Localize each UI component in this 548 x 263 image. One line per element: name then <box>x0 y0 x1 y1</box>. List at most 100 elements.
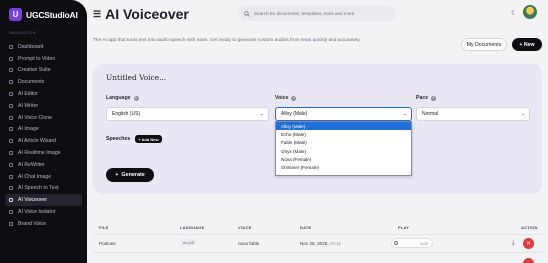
voice-option[interactable]: Alloy (Male) <box>276 122 411 131</box>
time-value: 00:11 <box>329 241 342 246</box>
col-date: DATE <box>300 225 312 230</box>
pace-select[interactable]: Normal ⌄ <box>416 107 530 121</box>
pace-label-text: Pace <box>416 95 429 101</box>
sidebar-item-ai-article-wizard[interactable]: AI Article Wizard <box>0 135 87 147</box>
date-cell: Nov 28, 2025, 00:11 <box>300 241 341 246</box>
sidebar-item-ai-writer[interactable]: AI Writer <box>0 100 87 112</box>
nav-icon <box>9 162 13 167</box>
table-row[interactable] <box>93 252 542 263</box>
dark-mode-icon[interactable]: ☾ <box>511 9 517 17</box>
voice-option[interactable]: Nova (Female) <box>276 155 411 163</box>
play-icon[interactable] <box>394 241 398 245</box>
audio-player[interactable]: 0:00 <box>391 238 433 248</box>
sidebar-item-ai-chat-image[interactable]: AI Chat Image <box>0 171 87 183</box>
nav-icon <box>9 210 13 215</box>
nav-icon <box>9 44 13 49</box>
sidebar-item-ai-voice-clone[interactable]: AI Voice Clone <box>0 112 87 124</box>
voice-select[interactable]: Alloy (Male) ⌄ <box>275 107 412 121</box>
search-input[interactable] <box>254 11 394 16</box>
nav-icon <box>9 68 13 73</box>
sidebar-item-label: AI Writer <box>18 102 39 109</box>
brand-logo[interactable]: U UGCStudioAI <box>0 0 87 21</box>
add-new-button[interactable]: + Add New <box>135 135 162 143</box>
voice-option[interactable]: Shimmer (Female) <box>276 163 411 171</box>
delete-button[interactable] <box>523 258 534 263</box>
voice-option[interactable]: Fable (Male) <box>276 139 411 147</box>
chevron-down-icon: ⌄ <box>259 111 264 117</box>
sidebar-item-ai-editor[interactable]: AI Editor <box>0 88 87 100</box>
sidebar-item-label: AI Article Wizard <box>18 138 57 145</box>
voice-title[interactable]: Untitled Voice... <box>106 73 166 82</box>
file-name[interactable]: Podcast <box>99 241 116 246</box>
language-label-text: Language <box>106 95 131 101</box>
delete-button[interactable]: ✕ <box>523 238 534 249</box>
new-button[interactable]: + New <box>512 38 542 51</box>
col-language: LANGUAGE <box>180 225 205 230</box>
speeches-label: Speeches <box>106 136 131 142</box>
language-badge: en-US <box>180 239 198 246</box>
table-row[interactable]: Podcast en-US nova fable Nov 28, 2025, 0… <box>93 234 542 252</box>
page-description: The AI app that turns text into audio sp… <box>93 38 361 43</box>
sidebar-item-dashboard[interactable]: Dashboard <box>0 41 87 53</box>
sidebar-item-ai-image[interactable]: AI Image <box>0 124 87 136</box>
my-documents-button[interactable]: My Documents <box>461 38 507 51</box>
sidebar-item-ai-voice-isolator[interactable]: AI Voice Isolator <box>0 206 87 218</box>
sidebar-item-label: AI Voiceover <box>18 197 48 204</box>
info-icon[interactable]: i <box>291 95 297 101</box>
menu-icon[interactable]: ☰ <box>93 9 101 20</box>
nav-icon <box>9 127 13 132</box>
close-icon: ✕ <box>525 241 532 247</box>
sidebar-item-ai-voiceover[interactable]: AI Voiceover <box>5 194 82 207</box>
language-select[interactable]: English (US) ⌄ <box>106 107 269 121</box>
download-icon[interactable]: ⤓ <box>512 240 515 247</box>
sidebar-item-ai-rewriter[interactable]: AI ReWriter <box>0 159 87 171</box>
chevron-down-icon: ⌄ <box>402 111 407 117</box>
sidebar-item-ai-realtime-image[interactable]: AI Realtime Image <box>0 147 87 159</box>
sidebar: U UGCStudioAI NAVIGATION Dashboard Prompt… <box>0 0 87 263</box>
table-header: FILE LANGUAGE VOICE DATE PLAY ACTION <box>93 222 542 234</box>
sidebar-item-brand-voice[interactable]: Brand Voice <box>0 218 87 230</box>
generate-button[interactable]: + Generate <box>106 168 154 182</box>
sidebar-item-label: AI ReWriter <box>18 161 45 168</box>
pace-label: Pace i <box>416 95 437 101</box>
nav-icon <box>9 80 13 85</box>
nav-icon <box>9 174 13 179</box>
col-play: PLAY <box>398 225 410 230</box>
search-icon <box>244 10 250 17</box>
sidebar-item-prompt-to-video[interactable]: Prompt to Video <box>0 53 87 65</box>
info-icon[interactable]: i <box>431 95 437 101</box>
sidebar-item-documents[interactable]: Documents <box>0 76 87 88</box>
nav-icon <box>9 221 13 226</box>
info-icon[interactable]: i <box>133 95 139 101</box>
avatar[interactable] <box>523 5 537 19</box>
voice-option[interactable]: Echo (Male) <box>276 130 411 138</box>
chevron-down-icon: ⌄ <box>520 111 525 117</box>
sidebar-item-label: AI Chat Image <box>18 173 52 180</box>
voice-option[interactable]: Onyx (Male) <box>276 147 411 155</box>
nav-icon <box>9 151 13 156</box>
col-file: FILE <box>99 225 109 230</box>
voice-name: nova fable <box>238 241 260 246</box>
sidebar-item-label: AI Image <box>18 126 39 133</box>
sidebar-item-creative-suite[interactable]: Creative Suite <box>0 65 87 77</box>
search-bar[interactable] <box>238 6 396 21</box>
logo-icon: U <box>9 8 22 21</box>
voice-label-text: Voice <box>275 95 289 101</box>
sidebar-item-label: AI Voice Isolator <box>18 209 56 216</box>
voice-value: Alloy (Male) <box>281 111 308 117</box>
pace-value: Normal <box>422 111 439 117</box>
speeches-row: Speeches + Add New <box>106 135 162 143</box>
sidebar-item-label: Dashboard <box>18 43 44 50</box>
voice-dropdown: Alloy (Male) Echo (Male) Fable (Male) Onyx … <box>275 121 412 176</box>
brand-name: UGCStudioAI <box>26 9 78 20</box>
page-title: AI Voiceover <box>105 6 189 22</box>
sidebar-item-label: AI Speech to Text <box>18 185 59 192</box>
language-pill: en-US <box>180 239 198 246</box>
sidebar-item-label: Creative Suite <box>18 67 51 74</box>
nav-icon <box>9 198 13 203</box>
nav-icon <box>9 56 13 61</box>
sidebar-item-ai-speech-to-text[interactable]: AI Speech to Text <box>0 183 87 195</box>
sidebar-item-label: AI Editor <box>18 91 38 98</box>
language-value: English (US) <box>112 111 141 117</box>
sidebar-item-label: AI Realtime Image <box>18 150 61 157</box>
